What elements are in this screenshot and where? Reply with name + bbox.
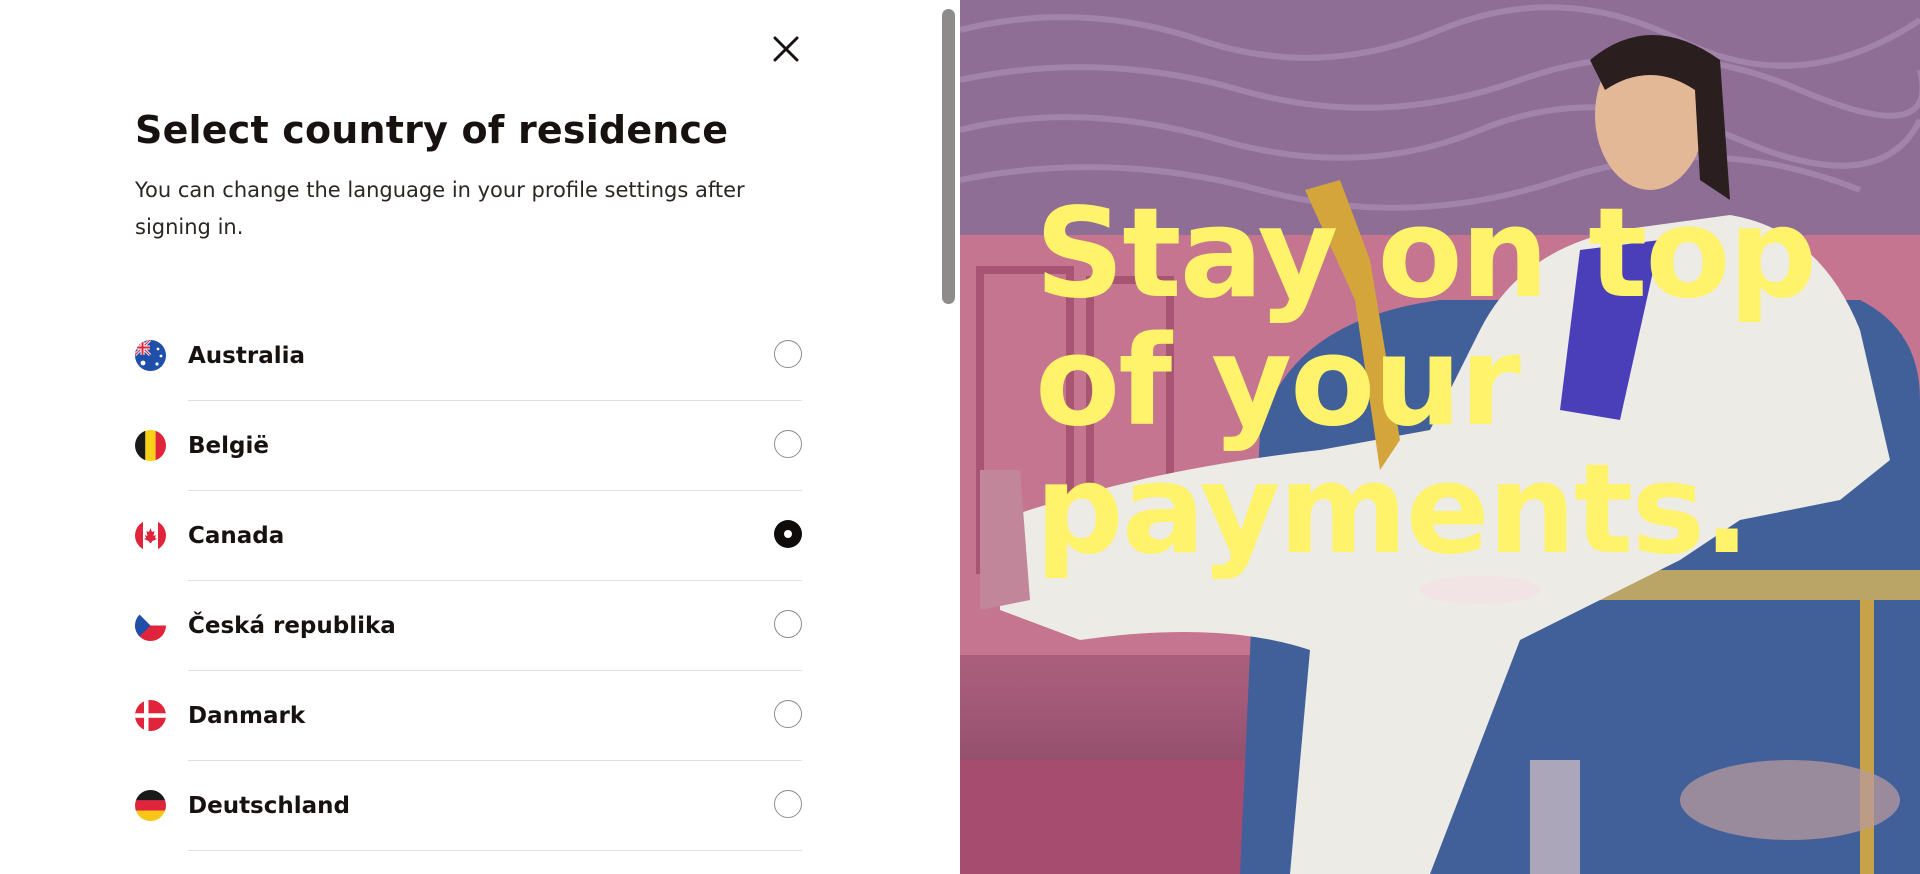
hero-headline: Stay on top of your payments. [1035, 182, 1817, 582]
country-list: Australia België Canada Česká republika … [135, 311, 802, 851]
radio-danmark[interactable] [774, 700, 802, 728]
scrollbar-thumb[interactable] [942, 9, 955, 304]
country-option-ceska-republika[interactable]: Česká republika [135, 581, 802, 671]
modal-title: Select country of residence [135, 108, 729, 152]
germany-flag-icon [135, 790, 166, 821]
country-option-australia[interactable]: Australia [135, 311, 802, 401]
radio-deutschland[interactable] [774, 790, 802, 818]
hero-image: Stay on top of your payments. [960, 0, 1920, 874]
denmark-flag-icon [135, 700, 166, 731]
close-button[interactable] [768, 31, 804, 67]
country-option-canada[interactable]: Canada [135, 491, 802, 581]
close-icon [773, 36, 799, 62]
country-label: België [188, 433, 269, 459]
country-option-danmark[interactable]: Danmark [135, 671, 802, 761]
radio-ceska-republika[interactable] [774, 610, 802, 638]
modal-subtitle: You can change the language in your prof… [135, 178, 745, 239]
country-label: Deutschland [188, 793, 350, 819]
divider [188, 850, 802, 851]
radio-australia[interactable] [774, 340, 802, 368]
country-option-belgie[interactable]: België [135, 401, 802, 491]
australia-flag-icon [135, 340, 166, 371]
country-label: Canada [188, 523, 285, 549]
radio-belgie[interactable] [774, 430, 802, 458]
country-label: Česká republika [188, 613, 396, 639]
canada-flag-icon [135, 520, 166, 551]
country-selection-modal: Select country of residence You can chan… [0, 0, 960, 874]
belgium-flag-icon [135, 430, 166, 461]
radio-canada[interactable] [774, 520, 802, 548]
country-label: Australia [188, 343, 306, 369]
czech-flag-icon [135, 610, 166, 641]
country-option-deutschland[interactable]: Deutschland [135, 761, 802, 851]
country-label: Danmark [188, 703, 306, 729]
